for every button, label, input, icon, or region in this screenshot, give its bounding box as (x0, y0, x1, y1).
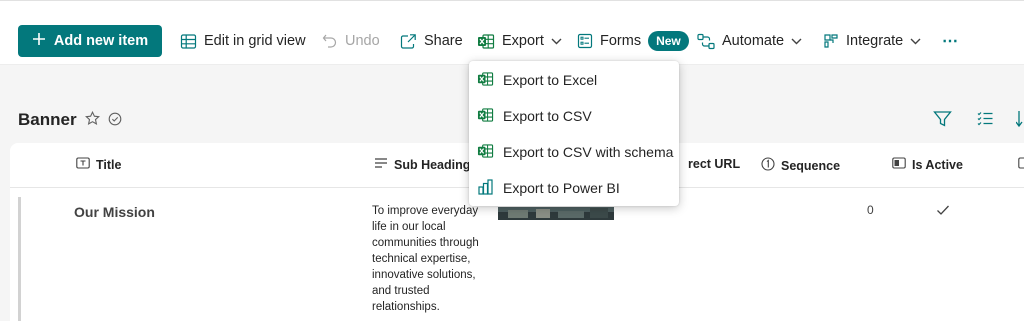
menu-item-export-to-excel[interactable]: Export to Excel (469, 62, 679, 98)
export-button[interactable]: Export (477, 26, 562, 56)
integrate-icon (823, 33, 839, 49)
more-icon: ⋯ (942, 33, 958, 50)
menu-item-label: Export to Power BI (503, 180, 620, 196)
sort-icon[interactable] (1015, 110, 1024, 131)
column-header-label: Is Active (912, 157, 963, 172)
view-options-icon[interactable] (976, 110, 994, 131)
export-label: Export (502, 33, 544, 49)
status-check-icon[interactable] (108, 112, 122, 129)
integrate-label: Integrate (846, 33, 904, 49)
add-new-item-button[interactable]: Add new item (18, 25, 162, 57)
integrate-button[interactable]: Integrate (823, 26, 921, 56)
export-dropdown-menu: Export to Excel Export to CSV Export to … (469, 61, 679, 206)
automate-label: Automate (722, 33, 785, 49)
grid-icon (180, 33, 197, 50)
column-header-label: Title (96, 157, 122, 172)
column-header-is-active[interactable]: Is Active (892, 157, 963, 172)
menu-item-label: Export to Excel (503, 72, 598, 88)
menu-item-export-to-csv-with-schema[interactable]: Export to CSV with schema (469, 134, 679, 170)
undo-icon (322, 33, 338, 49)
page-title: Banner (18, 110, 77, 129)
cell-sequence: 0 (867, 203, 874, 217)
filter-icon[interactable] (933, 110, 952, 131)
text-field-icon (76, 157, 90, 172)
chevron-down-icon (551, 38, 562, 45)
column-header-label: rect URL (688, 157, 741, 171)
column-header-redirect-url[interactable]: rect URL (688, 157, 740, 171)
yes-no-icon (892, 157, 906, 172)
chevron-down-icon (791, 38, 802, 45)
excel-icon (477, 71, 494, 90)
multiline-text-icon (374, 157, 388, 172)
number-icon (761, 157, 775, 174)
banner-image-thumbnail[interactable] (498, 207, 614, 220)
undo-button[interactable]: Undo (322, 26, 380, 56)
automate-icon (697, 33, 715, 50)
menu-item-export-to-power-bi[interactable]: Export to Power BI (469, 170, 679, 206)
column-header-title[interactable]: Title (76, 157, 121, 172)
column-header-sequence[interactable]: Sequence (761, 157, 840, 174)
more-options-button[interactable]: ⋯ (942, 26, 958, 56)
checkmark-icon (936, 203, 950, 219)
cell-title[interactable]: Our Mission (74, 204, 155, 220)
automate-button[interactable]: Automate (697, 26, 802, 56)
edit-grid-view-button[interactable]: Edit in grid view (180, 26, 306, 56)
plus-icon (32, 32, 46, 50)
add-new-item-label: Add new item (53, 33, 149, 49)
cell-sub-heading: To improve everyday life in our local co… (372, 205, 479, 313)
column-header-label: Sub Heading (394, 157, 471, 172)
excel-icon (477, 33, 495, 50)
command-bar: Add new item Edit in grid view Undo Shar… (0, 0, 1024, 65)
column-header-sub-heading[interactable]: Sub Heading (374, 157, 470, 172)
forms-button[interactable]: Forms New (577, 26, 689, 56)
share-label: Share (424, 33, 463, 49)
list-header: Banner (18, 108, 122, 132)
row-selection-bar[interactable] (18, 197, 21, 321)
menu-item-export-to-csv[interactable]: Export to CSV (469, 98, 679, 134)
share-icon (400, 33, 417, 50)
star-icon[interactable] (84, 110, 100, 129)
share-button[interactable]: Share (400, 26, 463, 56)
powerbi-icon (477, 178, 494, 198)
edit-grid-view-label: Edit in grid view (204, 33, 306, 49)
new-badge: New (648, 31, 689, 51)
excel-icon (477, 143, 494, 162)
divider (0, 0, 1024, 1)
undo-label: Undo (345, 33, 380, 49)
column-header-partial (1018, 157, 1024, 169)
forms-label: Forms (600, 33, 642, 49)
menu-item-label: Export to CSV (503, 108, 592, 124)
chevron-down-icon (910, 38, 921, 45)
forms-icon (577, 33, 593, 49)
column-header-label: Sequence (781, 158, 841, 173)
excel-icon (477, 107, 494, 126)
menu-item-label: Export to CSV with schema (503, 144, 674, 160)
